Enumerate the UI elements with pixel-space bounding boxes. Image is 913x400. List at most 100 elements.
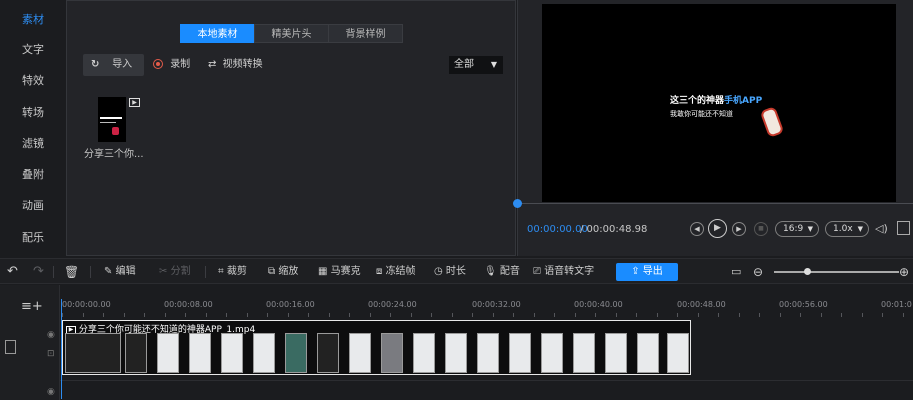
zoom-in-icon[interactable]: ⊕ [899, 259, 909, 285]
preview-screen[interactable]: 这三个的神器手机APP 我敢你可能还不知道 [542, 4, 896, 202]
ruler-label: 00:00:32.00 [472, 300, 521, 309]
ruler-tick [226, 313, 227, 317]
speech-icon: ⎚ [533, 266, 541, 277]
zoom-icon: ⧉ [268, 266, 276, 277]
import-button[interactable]: ↻ 导入 [83, 54, 144, 76]
media-thumbnail[interactable] [98, 97, 126, 142]
ruler-tick [903, 313, 904, 317]
sidebar-item-effects[interactable]: 特效 [0, 65, 66, 97]
ruler-tick [247, 313, 248, 317]
playhead[interactable] [61, 299, 62, 399]
total-time: / 00:00:48.98 [580, 224, 648, 235]
edit-icon: ✎ [104, 266, 113, 277]
freeze-icon: ⧈ [376, 266, 383, 277]
ruler-label: 00:00:48.00 [677, 300, 726, 309]
sidebar-item-material[interactable]: 素材 [0, 4, 66, 36]
fit-timeline-icon[interactable]: ▭ [731, 259, 741, 285]
clip-frame [477, 333, 499, 373]
record-button[interactable]: 录制 [153, 54, 190, 76]
media-file-name: 分享三个你... [84, 149, 144, 160]
ruler-label: 00:00:00.00 [62, 300, 111, 309]
timeline: ≡+ ◉ ⊡ ◉ 00:00:00.00 00:00:08.00 00:00:1… [0, 285, 913, 400]
clip-frame [285, 333, 307, 373]
ruler-tick [575, 313, 576, 317]
play-button[interactable]: ▶ [708, 219, 727, 238]
eye-icon[interactable]: ◉ [47, 330, 55, 340]
ruler-tick [308, 313, 309, 317]
undo-icon[interactable]: ↶ [7, 259, 18, 285]
filter-value: 全部 [454, 59, 474, 70]
zoom-slider-handle[interactable] [804, 268, 811, 275]
ruler-tick [288, 313, 289, 317]
clip-frame [65, 333, 121, 373]
ruler-tick [349, 313, 350, 317]
ruler-tick [800, 313, 801, 317]
sidebar-item-animations[interactable]: 动画 [0, 190, 66, 222]
video-type-icon: ▶ [129, 98, 140, 107]
ruler-tick [329, 313, 330, 317]
lock-icon[interactable]: ⊡ [47, 349, 55, 359]
sidebar-item-text[interactable]: 文字 [0, 34, 66, 66]
sidebar-item-transitions[interactable]: 转场 [0, 97, 66, 129]
progress-handle[interactable] [513, 199, 522, 208]
preview-panel: 这三个的神器手机APP 我敢你可能还不知道 [517, 0, 913, 256]
volume-icon[interactable]: ◁) [875, 222, 888, 235]
step-back-icon: ◀ [694, 225, 700, 233]
edit-button[interactable]: ✎ 编辑 [104, 259, 136, 285]
sidebar-item-overlays[interactable]: 叠附 [0, 159, 66, 191]
ruler-label: 00:00:24.00 [368, 300, 417, 309]
clip-frame [253, 333, 275, 373]
speech-to-text-button[interactable]: ⎚ 语音转文字 [533, 259, 594, 285]
redo-icon[interactable]: ↷ [33, 259, 44, 285]
clip-frame [125, 333, 147, 373]
crop-button[interactable]: ⌗ 裁剪 [218, 259, 247, 285]
stop-button[interactable]: ■ [754, 222, 768, 236]
zoom-out-icon[interactable]: ⊖ [753, 259, 763, 285]
split-icon: ✂ [159, 266, 168, 277]
ruler-tick [206, 313, 207, 317]
add-track-icon[interactable]: ≡+ [21, 299, 43, 314]
prev-frame-button[interactable]: ◀ [690, 222, 704, 236]
mosaic-button[interactable]: ▦ 马赛克 [318, 259, 361, 285]
zoom-slider[interactable] [774, 271, 899, 273]
convert-button[interactable]: ⇄ 视频转换 [208, 54, 263, 76]
tab-intros[interactable]: 精美片头 [254, 24, 329, 43]
freeze-frame-button[interactable]: ⧈ 冻结帧 [376, 259, 416, 285]
product-image [759, 106, 785, 138]
progress-track[interactable] [517, 203, 913, 204]
next-frame-button[interactable]: ▶ [732, 222, 746, 236]
aspect-ratio-select[interactable]: 16:9 ▼ [775, 221, 819, 237]
clip-frame [317, 333, 339, 373]
track-divider [60, 380, 913, 381]
tab-local-media[interactable]: 本地素材 [180, 24, 255, 43]
chevron-down-icon: ▼ [857, 225, 863, 233]
duration-button[interactable]: ◷ 时长 [434, 259, 466, 285]
zoom-button[interactable]: ⧉ 缩放 [268, 259, 298, 285]
ruler-tick [616, 313, 617, 317]
sidebar-item-filters[interactable]: 滤镜 [0, 128, 66, 160]
tab-backgrounds[interactable]: 背景样例 [328, 24, 403, 43]
split-button[interactable]: ✂ 分割 [159, 259, 191, 285]
ruler-tick [636, 313, 637, 317]
ruler-tick [390, 313, 391, 317]
sidebar-item-music[interactable]: 配乐 [0, 222, 66, 254]
video-clip[interactable]: ▶ 分享三个你可能还不知道的神器APP_1.mp4 [62, 320, 691, 375]
ruler-tick [62, 313, 63, 317]
preview-overlay-subtitle: 我敢你可能还不知道 [670, 110, 733, 118]
speed-select[interactable]: 1.0x ▼ [825, 221, 869, 237]
clock-icon: ◷ [434, 266, 443, 277]
delete-icon[interactable]: 🗑 [64, 259, 79, 285]
current-time: 00:00:00.00 [527, 224, 588, 235]
audio-eye-icon[interactable]: ◉ [47, 387, 55, 397]
fullscreen-icon[interactable] [897, 221, 910, 235]
filter-select[interactable]: 全部 ▼ [449, 56, 503, 74]
dub-button[interactable]: 🎙 配音 [484, 259, 520, 285]
step-forward-icon: ▶ [736, 225, 742, 233]
microphone-icon: 🎙 [484, 266, 497, 277]
export-button[interactable]: ⇪ 导出 [616, 263, 678, 281]
stop-icon: ■ [758, 225, 764, 232]
clip-frame [637, 333, 659, 373]
play-icon: ▶ [714, 223, 721, 233]
clip-frame [157, 333, 179, 373]
video-track-icon [5, 340, 16, 354]
